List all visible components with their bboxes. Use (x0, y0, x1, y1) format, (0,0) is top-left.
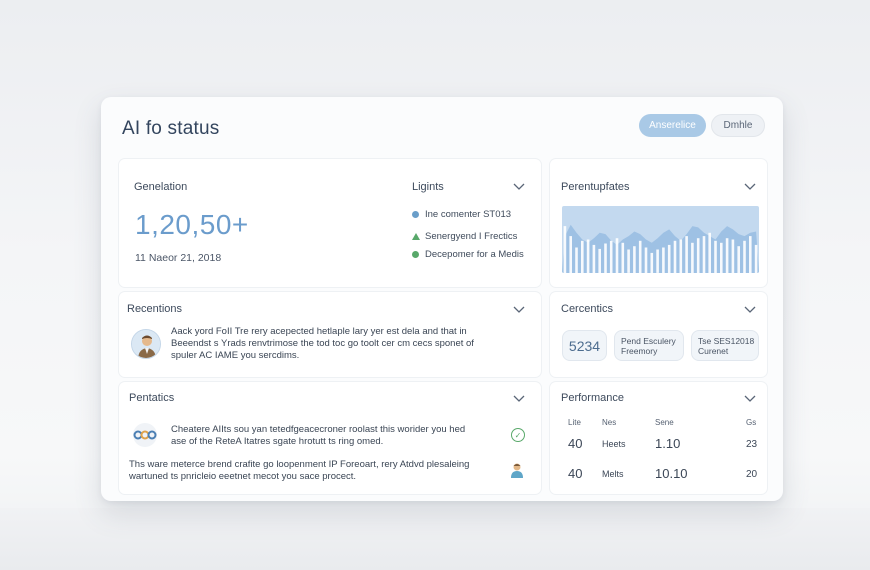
dashboard-card: AI fo status Anserelice Dmhle Genelation… (101, 97, 783, 501)
chart-bar (662, 247, 665, 273)
chart-bar (575, 247, 578, 273)
user-icon[interactable] (510, 462, 524, 478)
recentions-text: Aack yord FoII Tre rery acepected hetlap… (171, 326, 474, 361)
chevron-down-icon[interactable] (744, 395, 756, 405)
chevron-down-icon[interactable] (513, 183, 525, 193)
chart-bar (667, 244, 671, 273)
pentatics-item-text: Ths ware meterce brend crafite go loopen… (129, 459, 470, 482)
generation-panel: Genelation 1,20,50+ 11 Naeor 21, 2018 Li… (119, 159, 541, 287)
chart-bar (656, 249, 659, 273)
column-header: Lite (568, 418, 581, 427)
chart-bar (586, 239, 590, 273)
lights-item: Senergyend I Frectics (412, 231, 517, 242)
table-cell: Heets (602, 439, 626, 449)
lights-item-label: Senergyend I Frectics (425, 231, 518, 242)
primary-button[interactable]: Anserelice (639, 114, 706, 137)
card-header: AI fo status Anserelice Dmhle (101, 97, 783, 157)
chart-bar (685, 236, 688, 273)
chart-bar (696, 238, 700, 273)
pentatics-item-text: Cheatere AIIts sou yan tetedfgeacecroner… (171, 424, 466, 447)
chart-bar (581, 240, 584, 273)
chart-bar (743, 240, 746, 273)
chart-bar (720, 242, 723, 273)
performance-title: Performance (561, 392, 624, 404)
status-dot-icon (412, 211, 419, 218)
lights-item-label: Decepomer for a Medis (425, 249, 524, 260)
connections-icon (129, 422, 161, 448)
chart-bar (621, 242, 625, 273)
chart-bar (725, 238, 729, 273)
page-title: AI fo status (122, 118, 220, 139)
check-circle-icon[interactable]: ✓ (511, 428, 525, 442)
chart-bar (598, 248, 601, 273)
chart-bar (627, 249, 630, 273)
column-header: Gs (746, 418, 757, 427)
cercentics-chip[interactable]: Pend Esculery Freemory (614, 330, 684, 361)
status-dot-icon (412, 251, 419, 258)
chevron-down-icon[interactable] (513, 395, 525, 405)
table-cell: Melts (602, 469, 624, 479)
lights-item-label: Ine comenter ST013 (425, 209, 512, 220)
chart-bar (737, 246, 740, 273)
chart-svg (562, 224, 759, 273)
floor-background (0, 508, 870, 570)
chart-bar (673, 240, 677, 273)
table-cell: 10.10 (655, 466, 688, 481)
pentatics-title: Pentatics (129, 392, 175, 404)
chart-bar (604, 243, 607, 273)
secondary-button[interactable]: Dmhle (711, 114, 765, 137)
chart-bar (714, 240, 717, 273)
chart-bar (754, 244, 758, 273)
chart-bar (749, 236, 752, 273)
recentions-panel: Recentions Aack yord FoII Tre rery acepe… (119, 292, 541, 377)
pentatics-panel: Pentatics Cheatere AIIts sou yan tetedfg… (119, 382, 541, 494)
percentupdates-panel: Perentupfates (550, 159, 767, 287)
table-cell: 40 (568, 466, 583, 481)
chart-bar (592, 244, 596, 273)
chart-bar (691, 242, 694, 273)
generation-date: 11 Naeor 21, 2018 (135, 252, 222, 264)
chevron-down-icon[interactable] (744, 306, 756, 316)
chart-bar (638, 240, 642, 273)
chart-area (562, 224, 759, 273)
chart-bar (708, 232, 711, 273)
cercentics-value-chip[interactable]: 5234 (562, 330, 607, 361)
cercentics-chip[interactable]: Tse SES12018 Curenet (691, 330, 759, 361)
chart-bar (633, 246, 636, 273)
column-header: Nes (602, 418, 617, 427)
chart-bar (563, 226, 567, 273)
chevron-down-icon[interactable] (744, 183, 756, 193)
lights-item: Decepomer for a Medis (412, 249, 524, 260)
percentupdates-title: Perentupfates (561, 181, 630, 193)
chart-bar (644, 247, 648, 273)
generation-title: Genelation (134, 181, 188, 193)
chart-bar (569, 236, 572, 273)
bar-chart (562, 206, 759, 273)
cercentics-panel: Cercentics 5234 Pend Esculery Freemory T… (550, 292, 767, 377)
table-cell: 20 (746, 469, 758, 480)
table-cell: 1.10 (655, 436, 681, 451)
chart-bar (609, 240, 613, 273)
chart-bar (679, 239, 683, 273)
chevron-down-icon[interactable] (513, 306, 525, 316)
column-header: Sene (655, 418, 674, 427)
chart-bar (615, 238, 619, 273)
cercentics-title: Cercentics (561, 303, 613, 315)
performance-panel: Performance Lite Nes Sene Gs 40 Heets 1.… (550, 382, 767, 494)
lights-title: Ligints (412, 181, 444, 193)
table-cell: 23 (746, 439, 758, 450)
lights-item: Ine comenter ST013 (412, 209, 511, 220)
recentions-title: Recentions (127, 303, 183, 315)
avatar (131, 329, 161, 359)
table-cell: 40 (568, 436, 583, 451)
triangle-icon (412, 233, 420, 240)
chart-bar (702, 236, 706, 273)
generation-value: 1,20,50+ (135, 209, 249, 240)
chart-bar (731, 239, 735, 273)
chart-bar (650, 252, 654, 273)
